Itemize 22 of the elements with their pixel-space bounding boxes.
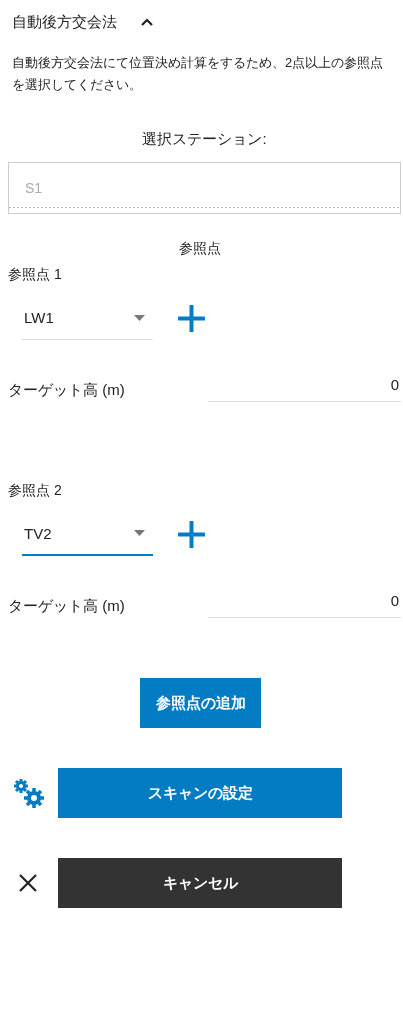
- add-reference-button[interactable]: 参照点の追加: [140, 678, 261, 728]
- reference-label: 参照点 2: [8, 482, 63, 500]
- reference-dropdown[interactable]: LW1: [22, 296, 153, 340]
- section-title: 自動後方交会法: [12, 12, 117, 32]
- target-height-label: ターゲット高 (m): [8, 597, 125, 616]
- reference-label: 参照点 1: [8, 266, 63, 284]
- cancel-button[interactable]: キャンセル: [58, 858, 342, 908]
- close-icon[interactable]: [18, 873, 38, 893]
- gears-icon[interactable]: [13, 778, 45, 808]
- target-height-field[interactable]: 0: [208, 590, 401, 618]
- reference-dropdown[interactable]: TV2: [22, 512, 153, 556]
- scan-settings-button[interactable]: スキャンの設定: [58, 768, 342, 818]
- plus-icon[interactable]: [178, 520, 205, 548]
- chevron-up-icon[interactable]: [141, 18, 153, 26]
- description-text: 自動後方交会法にて位置決め計算をするため、2点以上の参照点を選択してください。: [12, 54, 385, 94]
- target-height-label: ターゲット高 (m): [8, 381, 125, 400]
- target-height-field[interactable]: 0: [208, 374, 401, 402]
- reference-heading: 参照点: [177, 240, 222, 258]
- plus-icon[interactable]: [178, 304, 205, 332]
- station-label: 選択ステーション:: [141, 130, 268, 149]
- caret-icon: [134, 314, 145, 321]
- caret-icon: [134, 530, 145, 536]
